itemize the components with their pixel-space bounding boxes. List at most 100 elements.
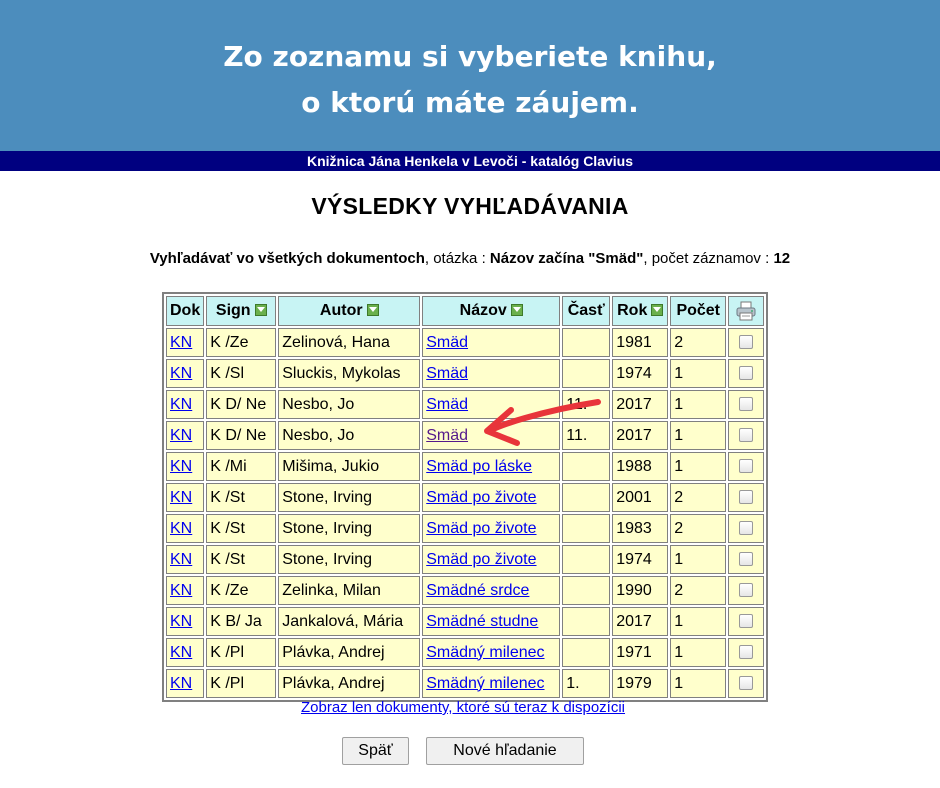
year-value: 1971 [616, 643, 652, 661]
cell-nazov: Smäd [422, 359, 561, 388]
cell-select [728, 638, 765, 667]
title-link[interactable]: Smädné studne [426, 613, 538, 630]
select-checkbox[interactable] [739, 428, 754, 443]
header-sign-label: Sign [215, 302, 251, 319]
year-value: 1983 [616, 519, 652, 537]
author-value: Sluckis, Mykolas [282, 364, 401, 382]
cell-pocet: 2 [670, 328, 727, 357]
part-value: 1. [566, 674, 580, 692]
select-checkbox[interactable] [739, 397, 754, 412]
select-checkbox[interactable] [739, 614, 754, 629]
cell-autor: Zelinka, Milan [278, 576, 421, 605]
cell-autor: Mišima, Jukio [278, 452, 421, 481]
title-link[interactable]: Smädný milenec [426, 644, 544, 661]
dok-link[interactable]: KN [170, 520, 192, 537]
dok-link[interactable]: KN [170, 644, 192, 661]
select-checkbox[interactable] [739, 335, 754, 350]
select-checkbox[interactable] [739, 459, 754, 474]
header-pocet-label: Počet [676, 302, 721, 319]
sign-value: K /St [210, 488, 245, 506]
sort-arrow-icon[interactable] [510, 303, 523, 316]
author-value: Mišima, Jukio [282, 457, 380, 475]
dok-link[interactable]: KN [170, 551, 192, 568]
title-link[interactable]: Smäd [426, 427, 468, 444]
author-value: Stone, Irving [282, 550, 373, 568]
table-row: KN K /Pl Plávka, Andrej Smädný milenec 1. 197… [166, 669, 765, 698]
select-checkbox[interactable] [739, 676, 754, 691]
title-link[interactable]: Smädné srdce [426, 582, 529, 599]
header-sign[interactable]: Sign [206, 296, 277, 326]
cell-autor: Jankalová, Mária [278, 607, 421, 636]
cell-dok: KN [166, 545, 205, 574]
available-only-link[interactable]: Zobraz len dokumenty, ktoré sú teraz k d… [301, 699, 625, 716]
cell-autor: Nesbo, Jo [278, 421, 421, 450]
cell-dok: KN [166, 607, 205, 636]
cell-pocet: 2 [670, 483, 727, 512]
header-autor[interactable]: Autor [278, 296, 421, 326]
count-value: 1 [674, 550, 684, 568]
cell-select [728, 359, 765, 388]
year-value: 1979 [616, 674, 652, 692]
header-nazov[interactable]: Názov [422, 296, 561, 326]
select-checkbox[interactable] [739, 583, 754, 598]
year-value: 2017 [616, 395, 652, 413]
count-value: 1 [674, 426, 684, 444]
dok-link[interactable]: KN [170, 458, 192, 475]
year-value: 1974 [616, 364, 652, 382]
banner-line-1: Zo zoznamu si vyberiete knihu, [223, 40, 717, 73]
select-checkbox[interactable] [739, 490, 754, 505]
select-checkbox[interactable] [739, 366, 754, 381]
cell-rok: 2017 [612, 390, 669, 419]
dok-link[interactable]: KN [170, 613, 192, 630]
cell-dok: KN [166, 576, 205, 605]
new-search-button[interactable]: Nové hľadanie [426, 737, 584, 765]
author-value: Stone, Irving [282, 488, 373, 506]
cell-nazov: Smäd po láske [422, 452, 561, 481]
sign-value: K /Ze [210, 581, 249, 599]
sort-arrow-icon[interactable] [366, 303, 379, 316]
sort-arrow-icon[interactable] [651, 303, 664, 316]
header-rok[interactable]: Rok [612, 296, 669, 326]
dok-link[interactable]: KN [170, 334, 192, 351]
header-rok-label: Rok [617, 302, 648, 319]
cell-sign: K /Ze [206, 328, 277, 357]
cell-sign: K /Pl [206, 669, 277, 698]
title-link[interactable]: Smäd [426, 396, 468, 413]
table-row: KN K /Sl Sluckis, Mykolas Smäd 1974 1 [166, 359, 765, 388]
select-checkbox[interactable] [739, 521, 754, 536]
cell-rok: 1979 [612, 669, 669, 698]
cell-rok: 1983 [612, 514, 669, 543]
year-value: 2017 [616, 426, 652, 444]
cell-nazov: Smädný milenec [422, 638, 561, 667]
title-link[interactable]: Smäd po živote [426, 520, 536, 537]
select-checkbox[interactable] [739, 645, 754, 660]
printer-icon[interactable] [735, 300, 757, 322]
title-link[interactable]: Smäd [426, 334, 468, 351]
dok-link[interactable]: KN [170, 675, 192, 692]
count-label: , počet záznamov : [643, 250, 774, 267]
cell-dok: KN [166, 483, 205, 512]
search-query-summary: Vyhľadávať vo všetkých dokumentoch, otáz… [0, 250, 940, 267]
cell-autor: Sluckis, Mykolas [278, 359, 421, 388]
dok-link[interactable]: KN [170, 365, 192, 382]
title-link[interactable]: Smäd po živote [426, 489, 536, 506]
title-link[interactable]: Smäd [426, 365, 468, 382]
back-button[interactable]: Späť [342, 737, 409, 765]
sort-arrow-icon[interactable] [254, 303, 267, 316]
title-link[interactable]: Smädný milenec [426, 675, 544, 692]
cell-autor: Zelinová, Hana [278, 328, 421, 357]
dok-link[interactable]: KN [170, 489, 192, 506]
search-scope: Vyhľadávať vo všetkých dokumentoch [149, 250, 425, 267]
title-link[interactable]: Smäd po láske [426, 458, 532, 475]
cell-nazov: Smäd po živote [422, 514, 561, 543]
cell-select [728, 390, 765, 419]
cell-sign: K B/ Ja [206, 607, 277, 636]
available-only-link-wrapper: Zobraz len dokumenty, ktoré sú teraz k d… [0, 699, 926, 716]
dok-link[interactable]: KN [170, 427, 192, 444]
header-print[interactable] [728, 296, 765, 326]
select-checkbox[interactable] [739, 552, 754, 567]
title-link[interactable]: Smäd po živote [426, 551, 536, 568]
dok-link[interactable]: KN [170, 582, 192, 599]
year-value: 1990 [616, 581, 652, 599]
dok-link[interactable]: KN [170, 396, 192, 413]
